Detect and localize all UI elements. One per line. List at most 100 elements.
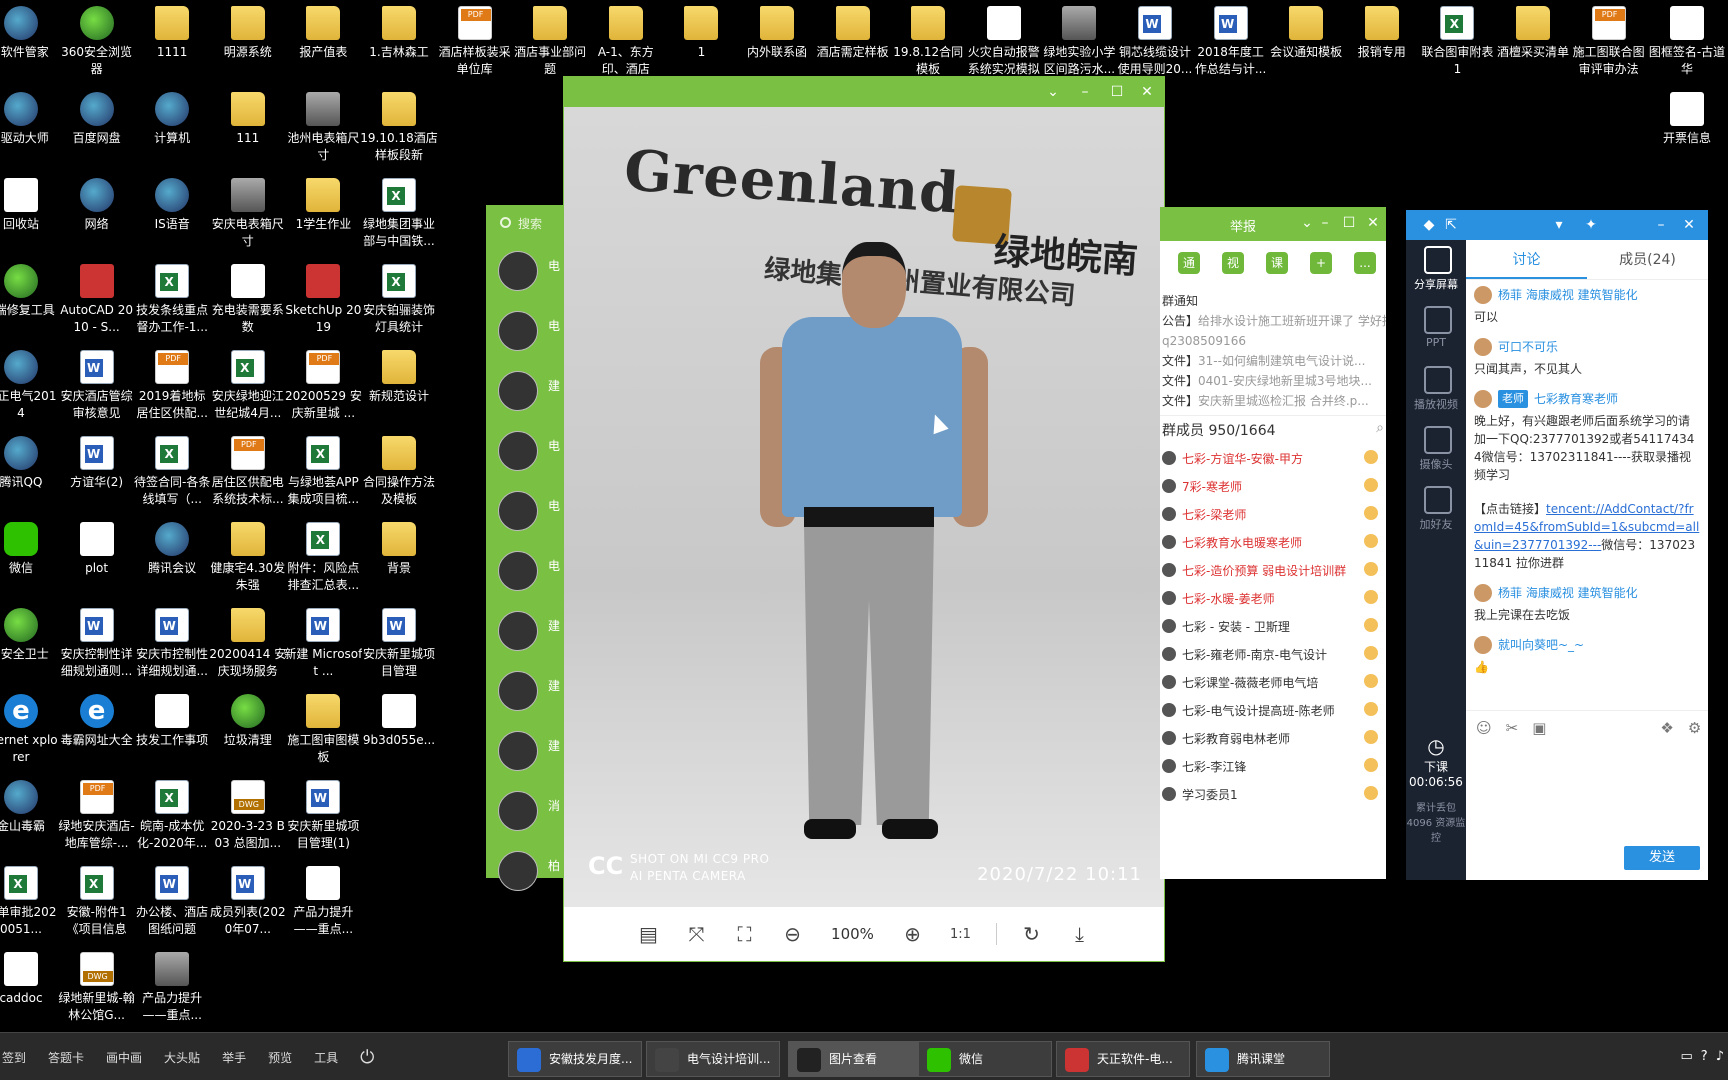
message-sender[interactable]: 老师 七彩教育寒老师: [1474, 390, 1700, 408]
member-row[interactable]: 七彩-方谊华-安徽-甲方: [1160, 444, 1386, 472]
desktop-icon[interactable]: 合同操作方法及模板: [360, 436, 438, 508]
desktop-icon[interactable]: 2018年度工作总结与计...: [1192, 6, 1270, 78]
chat-list-item[interactable]: 消: [486, 781, 566, 841]
quick-tool[interactable]: 工具: [314, 1049, 338, 1066]
message-sender[interactable]: 可口不可乐: [1474, 338, 1700, 356]
desktop-icon[interactable]: 酒店样板装采单位库: [436, 6, 514, 78]
chevron-down-icon[interactable]: ▾: [1550, 216, 1568, 234]
maximize-icon[interactable]: ☐: [1340, 214, 1358, 232]
desktop-icon[interactable]: 酒檀采买清单: [1494, 6, 1572, 61]
desktop-icon[interactable]: 新建 Microsoft ...: [284, 608, 362, 680]
member-row[interactable]: 七彩-李江锋: [1160, 752, 1386, 780]
taskbar-task[interactable]: 天正软件-电...: [1056, 1041, 1190, 1077]
download-icon[interactable]: ⤓: [1067, 922, 1093, 946]
desktop-icon[interactable]: A-1、东方印、酒店: [587, 6, 665, 78]
member-row[interactable]: 七彩-梁老师: [1160, 500, 1386, 528]
group-tool-button[interactable]: ...: [1354, 252, 1376, 274]
desktop-icon[interactable]: IS语音: [133, 178, 211, 233]
desktop-icon[interactable]: AutoCAD 2010 - S...: [58, 264, 136, 336]
desktop-icon[interactable]: 1.吉林森工: [360, 6, 438, 61]
member-row[interactable]: 七彩教育弱电林老师: [1160, 724, 1386, 752]
desktop-icon[interactable]: 9b3d055e...: [360, 694, 438, 749]
help-icon[interactable]: ?: [1701, 1049, 1708, 1064]
notice-item[interactable]: 公告】给排水设计施工班新班开课了 学好技能 提升待遇 升职加薪 就在此刻 联系老…: [1162, 311, 1386, 331]
image-icon[interactable]: ▣: [1532, 719, 1546, 737]
desktop-icon[interactable]: 火灾自动报警系统实况模拟: [965, 6, 1043, 78]
desktop-icon[interactable]: 19.10.18酒店样板段新: [360, 92, 438, 164]
desktop-icon[interactable]: 安庆市控制性详细规划通...: [133, 608, 211, 680]
desktop-icon[interactable]: 充电装需要系数: [209, 264, 287, 336]
message-sender[interactable]: 就叫向葵吧~_~: [1474, 636, 1700, 654]
desktop-icon[interactable]: 绿地安庆酒店-地库管综-...: [58, 780, 136, 852]
fullscreen-icon[interactable]: ⛶: [732, 922, 758, 946]
class-titlebar[interactable]: ◆ ⇱ ▾ ✦ – ✕: [1406, 210, 1708, 240]
desktop-icon[interactable]: 新规范设计: [360, 350, 438, 405]
desktop-icon[interactable]: 2019着地标居住区供配...: [133, 350, 211, 422]
desktop-icon[interactable]: 20200529 安庆新里城 ...: [284, 350, 362, 422]
tab-members[interactable]: 成员(24): [1587, 240, 1708, 279]
chevron-down-icon[interactable]: ⌄: [1298, 214, 1316, 232]
desktop-icon[interactable]: 垃圾清理: [209, 694, 287, 749]
desktop-icon[interactable]: 20200414 安庆现场服务: [209, 608, 287, 680]
taskbar-task[interactable]: 电气设计培训...: [646, 1041, 780, 1077]
desktop-icon[interactable]: 安庆电表箱尺寸: [209, 178, 287, 250]
chat-list-item[interactable]: 电: [486, 541, 566, 601]
actual-size-icon[interactable]: 1:1: [948, 927, 974, 942]
desktop-icon[interactable]: 会议通知模板: [1267, 6, 1345, 61]
chat-search[interactable]: 搜索: [486, 205, 566, 241]
chat-list-item[interactable]: 电: [486, 301, 566, 361]
desktop-icon[interactable]: 产品力提升——重点...: [284, 866, 362, 938]
desktop-icon[interactable]: 毒霸网址大全: [58, 694, 136, 749]
desktop-icon[interactable]: 开票信息: [1648, 92, 1726, 147]
desktop-icon[interactable]: 图框签名-古道华: [1648, 6, 1726, 78]
desktop-icon[interactable]: 皖南-成本优化-2020年...: [133, 780, 211, 852]
message-sender[interactable]: 杨菲 海康威视 建筑智能化: [1474, 584, 1700, 602]
desktop-icon[interactable]: 方谊华(2): [58, 436, 136, 491]
gift-icon[interactable]: ❖: [1660, 719, 1673, 737]
desktop-icon[interactable]: 百度网盘: [58, 92, 136, 147]
gear-icon[interactable]: ⚙: [1688, 719, 1701, 737]
desktop-icon[interactable]: 安庆控制性详细规划通则...: [58, 608, 136, 680]
quick-tool[interactable]: 画中画: [106, 1049, 142, 1066]
desktop-icon[interactable]: caddoc: [0, 952, 60, 1007]
desktop-icon[interactable]: 天正电气2014: [0, 350, 60, 422]
desktop-icon[interactable]: 1111: [133, 6, 211, 61]
minimize-icon[interactable]: –: [1652, 216, 1670, 234]
desktop-icon[interactable]: 技发工作事项: [133, 694, 211, 749]
member-row[interactable]: 七彩-雍老师-南京-电气设计: [1160, 640, 1386, 668]
collapse-icon[interactable]: ⌄: [1044, 83, 1062, 101]
class-side-item[interactable]: 摄像头: [1406, 420, 1466, 480]
zoom-in-icon[interactable]: ⊕: [900, 922, 926, 946]
send-button[interactable]: 发送: [1624, 846, 1700, 870]
desktop-icon[interactable]: 0安全卫士: [0, 608, 60, 663]
desktop-icon[interactable]: 0驱动大师: [0, 92, 60, 147]
desktop-icon[interactable]: 2020-3-23 B03 总图加...: [209, 780, 287, 852]
quick-tool[interactable]: 预览: [268, 1049, 292, 1066]
member-row[interactable]: 七彩-水暖-姜老师: [1160, 584, 1386, 612]
desktop-icon[interactable]: 安庆新里城项目管理(1): [284, 780, 362, 852]
member-row[interactable]: 学习委员1: [1160, 780, 1386, 808]
desktop-icon[interactable]: 池州电表箱尺寸: [284, 92, 362, 164]
class-side-item[interactable]: 加好友: [1406, 480, 1466, 540]
share-icon[interactable]: ⇱: [1442, 216, 1460, 234]
desktop-icon[interactable]: 111: [209, 92, 287, 147]
group-tool-button[interactable]: 视频: [1222, 252, 1244, 292]
scissors-icon[interactable]: ✂: [1506, 719, 1519, 737]
desktop-icon[interactable]: 产品力提升——重点...: [133, 952, 211, 1024]
taskbar-task[interactable]: 腾讯课堂: [1196, 1041, 1330, 1077]
search-icon[interactable]: ⌕: [1376, 420, 1384, 440]
desktop-icon[interactable]: 居住区供配电系统技术标...: [209, 436, 287, 508]
desktop-icon[interactable]: 安庆新里城项目管理: [360, 608, 438, 680]
desktop-icon[interactable]: 19.8.12合同模板: [889, 6, 967, 78]
chat-list-item[interactable]: 柏: [486, 841, 566, 901]
desktop-icon[interactable]: 0软件管家: [0, 6, 60, 61]
fit-icon[interactable]: ⤧: [684, 922, 710, 946]
desktop-icon[interactable]: 报产值表: [284, 6, 362, 61]
desktop-icon[interactable]: 附件：风险点排查汇总表...: [284, 522, 362, 594]
zoom-out-icon[interactable]: ⊖: [780, 922, 806, 946]
chat-list-item[interactable]: 建: [486, 361, 566, 421]
taskbar-task[interactable]: 安徽技发月度...: [508, 1041, 642, 1077]
notice-item[interactable]: 文件】31--如何编制建筑电气设计说...: [1162, 351, 1386, 371]
desktop-icon[interactable]: 回收站: [0, 178, 60, 233]
chat-list-item[interactable]: 电: [486, 421, 566, 481]
